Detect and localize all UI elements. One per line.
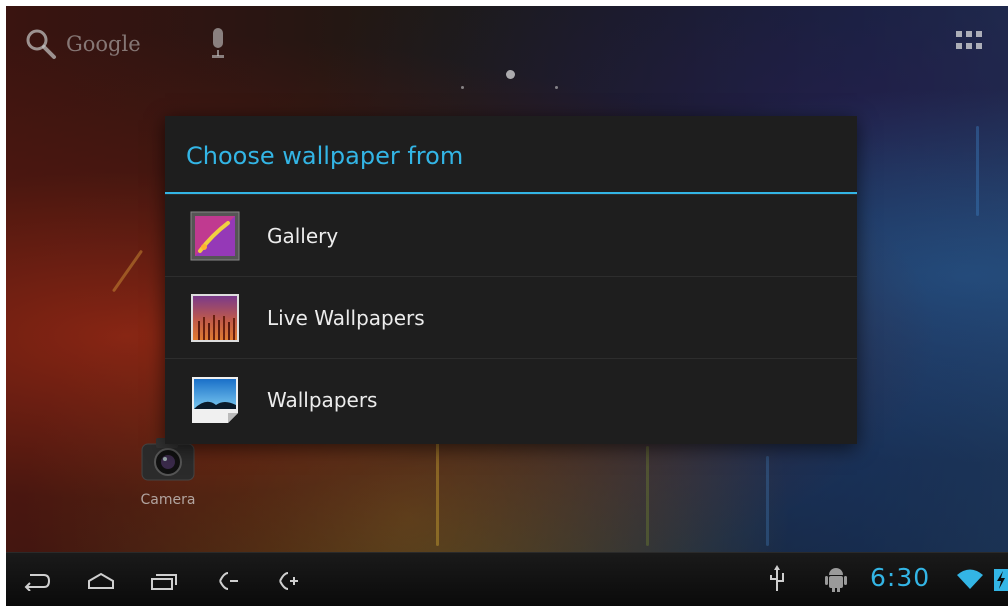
android-debug-icon — [825, 568, 847, 592]
camera-label: Camera — [140, 492, 196, 508]
live-wallpapers-icon — [191, 293, 239, 342]
wallpaper-source-gallery[interactable]: Gallery — [165, 194, 857, 276]
google-label: Google — [66, 32, 141, 56]
wallpaper-source-wallpapers[interactable]: Wallpapers — [165, 358, 857, 440]
mic-icon[interactable] — [208, 26, 228, 60]
dialog-title: Choose wallpaper from — [165, 116, 857, 194]
wallpaper-streak — [436, 436, 439, 546]
volume-down-icon[interactable] — [216, 569, 240, 593]
gallery-icon — [190, 211, 240, 260]
page-indicator-dot — [461, 86, 464, 89]
search-icon — [26, 29, 56, 59]
wallpaper-source-live-wallpapers[interactable]: Live Wallpapers — [165, 276, 857, 358]
wallpaper-streak — [766, 456, 769, 546]
system-bar: 6:30 — [6, 552, 1008, 606]
live-wallpapers-label: Live Wallpapers — [267, 305, 425, 330]
battery-charging-icon — [994, 569, 1008, 591]
camera-shortcut[interactable]: Camera — [132, 436, 204, 508]
google-search-bar[interactable]: Google — [24, 24, 141, 64]
recent-apps-icon[interactable] — [148, 571, 178, 591]
wallpapers-label: Wallpapers — [267, 387, 378, 412]
apps-grid-icon[interactable] — [954, 28, 984, 54]
wallpapers-icon — [192, 376, 238, 423]
wifi-icon — [957, 569, 983, 589]
back-icon[interactable] — [22, 571, 52, 591]
choose-wallpaper-dialog: Choose wallpaper from Gallery Live Wallp… — [165, 116, 857, 444]
page-indicator-dot — [555, 86, 558, 89]
gallery-label: Gallery — [267, 223, 339, 248]
wallpaper-streak — [976, 126, 979, 216]
page-indicator-dot-active — [506, 70, 515, 79]
home-icon[interactable] — [86, 571, 116, 591]
usb-icon — [770, 565, 784, 591]
wallpaper-streak — [646, 446, 649, 546]
home-screen: Google Camera Choose wallpaper from Gall… — [6, 6, 1008, 606]
clock[interactable]: 6:30 — [870, 563, 930, 592]
volume-up-icon[interactable] — [276, 569, 300, 593]
wallpaper-streak — [111, 249, 144, 293]
